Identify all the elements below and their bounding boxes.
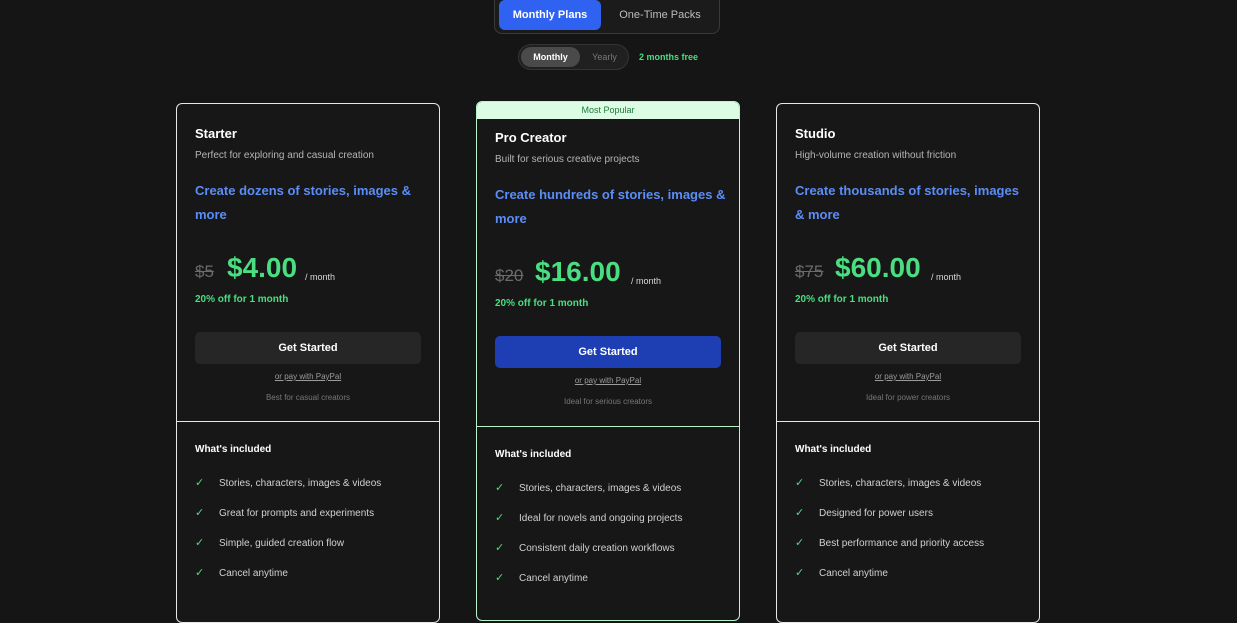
discounted-price: $16.00	[535, 256, 621, 287]
billing-period: / month	[305, 272, 336, 282]
check-icon: ✓	[795, 477, 805, 489]
plan-headline: Create hundreds of stories, images & mor…	[495, 187, 726, 226]
billing-monthly-option[interactable]: Monthly	[521, 47, 580, 67]
paypal-link[interactable]: or pay with PayPal	[777, 372, 1039, 381]
check-icon: ✓	[195, 537, 205, 549]
feature-item: ✓ Stories, characters, images & videos	[195, 477, 382, 489]
check-icon: ✓	[795, 507, 805, 519]
check-icon: ✓	[195, 477, 205, 489]
check-icon: ✓	[495, 512, 505, 524]
plan-description: Perfect for exploring and casual creatio…	[195, 150, 374, 161]
original-price: $20	[495, 266, 524, 285]
discount-note: 20% off for 1 month	[195, 294, 289, 305]
feature-item: ✓ Ideal for novels and ongoing projects	[495, 512, 683, 524]
plan-card-starter: Starter Perfect for exploring and casual…	[176, 103, 440, 623]
original-price: $5	[195, 262, 214, 281]
plan-headline: Create thousands of stories, images & mo…	[795, 183, 1019, 222]
feature-item: ✓ Designed for power users	[795, 507, 933, 519]
billing-yearly-option[interactable]: Yearly	[582, 47, 627, 67]
best-for-note: Best for casual creators	[265, 393, 351, 402]
included-title: What's included	[495, 449, 572, 460]
plan-card-header: Studio High-volume creation without fric…	[777, 104, 1039, 422]
feature-item: ✓ Stories, characters, images & videos	[795, 477, 982, 489]
plan-card-header: Starter Perfect for exploring and casual…	[177, 104, 439, 422]
best-for-note: Ideal for serious creators	[563, 397, 653, 406]
discounted-price: $4.00	[227, 252, 298, 283]
feature-item: ✓ Cancel anytime	[195, 567, 288, 579]
tab-one-time-packs[interactable]: One-Time Packs	[605, 0, 715, 30]
feature-item: ✓ Simple, guided creation flow	[195, 537, 345, 549]
feature-item: ✓ Great for prompts and experiments	[195, 507, 375, 519]
check-icon: ✓	[195, 567, 205, 579]
best-for-note: Ideal for power creators	[865, 393, 951, 402]
billing-period: / month	[631, 276, 662, 286]
feature-item: ✓ Cancel anytime	[795, 567, 888, 579]
get-started-button[interactable]: Get Started	[195, 332, 421, 364]
check-icon: ✓	[495, 542, 505, 554]
feature-item: ✓ Best performance and priority access	[795, 537, 985, 549]
discount-note: 20% off for 1 month	[795, 294, 889, 305]
plan-headline: Create dozens of stories, images & more	[195, 183, 412, 222]
most-popular-badge: Most Popular	[477, 102, 739, 119]
plan-card-studio: Studio High-volume creation without fric…	[776, 103, 1040, 623]
original-price: $75	[795, 262, 824, 281]
tab-monthly-plans[interactable]: Monthly Plans	[499, 0, 601, 30]
plan-name: Studio	[795, 126, 836, 141]
feature-item: ✓ Cancel anytime	[495, 572, 588, 584]
check-icon: ✓	[495, 572, 505, 584]
billing-period: / month	[931, 272, 962, 282]
yearly-promo-label: 2 months free	[639, 52, 699, 62]
feature-item: ✓ Stories, characters, images & videos	[495, 482, 682, 494]
discounted-price: $60.00	[835, 252, 921, 283]
plan-name: Starter	[195, 126, 237, 141]
paypal-link[interactable]: or pay with PayPal	[177, 372, 439, 381]
plan-card-header: Pro Creator Built for serious creative p…	[477, 119, 739, 427]
feature-item: ✓ Consistent daily creation workflows	[495, 542, 675, 554]
get-started-button[interactable]: Get Started	[495, 336, 721, 368]
get-started-button[interactable]: Get Started	[795, 332, 1021, 364]
check-icon: ✓	[495, 482, 505, 494]
plan-type-segmented-control: Monthly Plans One-Time Packs	[494, 0, 720, 34]
included-title: What's included	[195, 444, 272, 455]
check-icon: ✓	[795, 567, 805, 579]
plan-description: Built for serious creative projects	[495, 154, 640, 165]
plan-description: High-volume creation without friction	[795, 150, 957, 161]
included-title: What's included	[795, 444, 872, 455]
paypal-link[interactable]: or pay with PayPal	[477, 376, 739, 385]
plan-name: Pro Creator	[495, 130, 567, 145]
billing-period-toggle: Monthly Yearly	[518, 44, 629, 70]
check-icon: ✓	[795, 537, 805, 549]
discount-note: 20% off for 1 month	[495, 298, 589, 309]
check-icon: ✓	[195, 507, 205, 519]
plan-card-pro-creator: Most Popular Pro Creator Built for serio…	[476, 101, 740, 621]
